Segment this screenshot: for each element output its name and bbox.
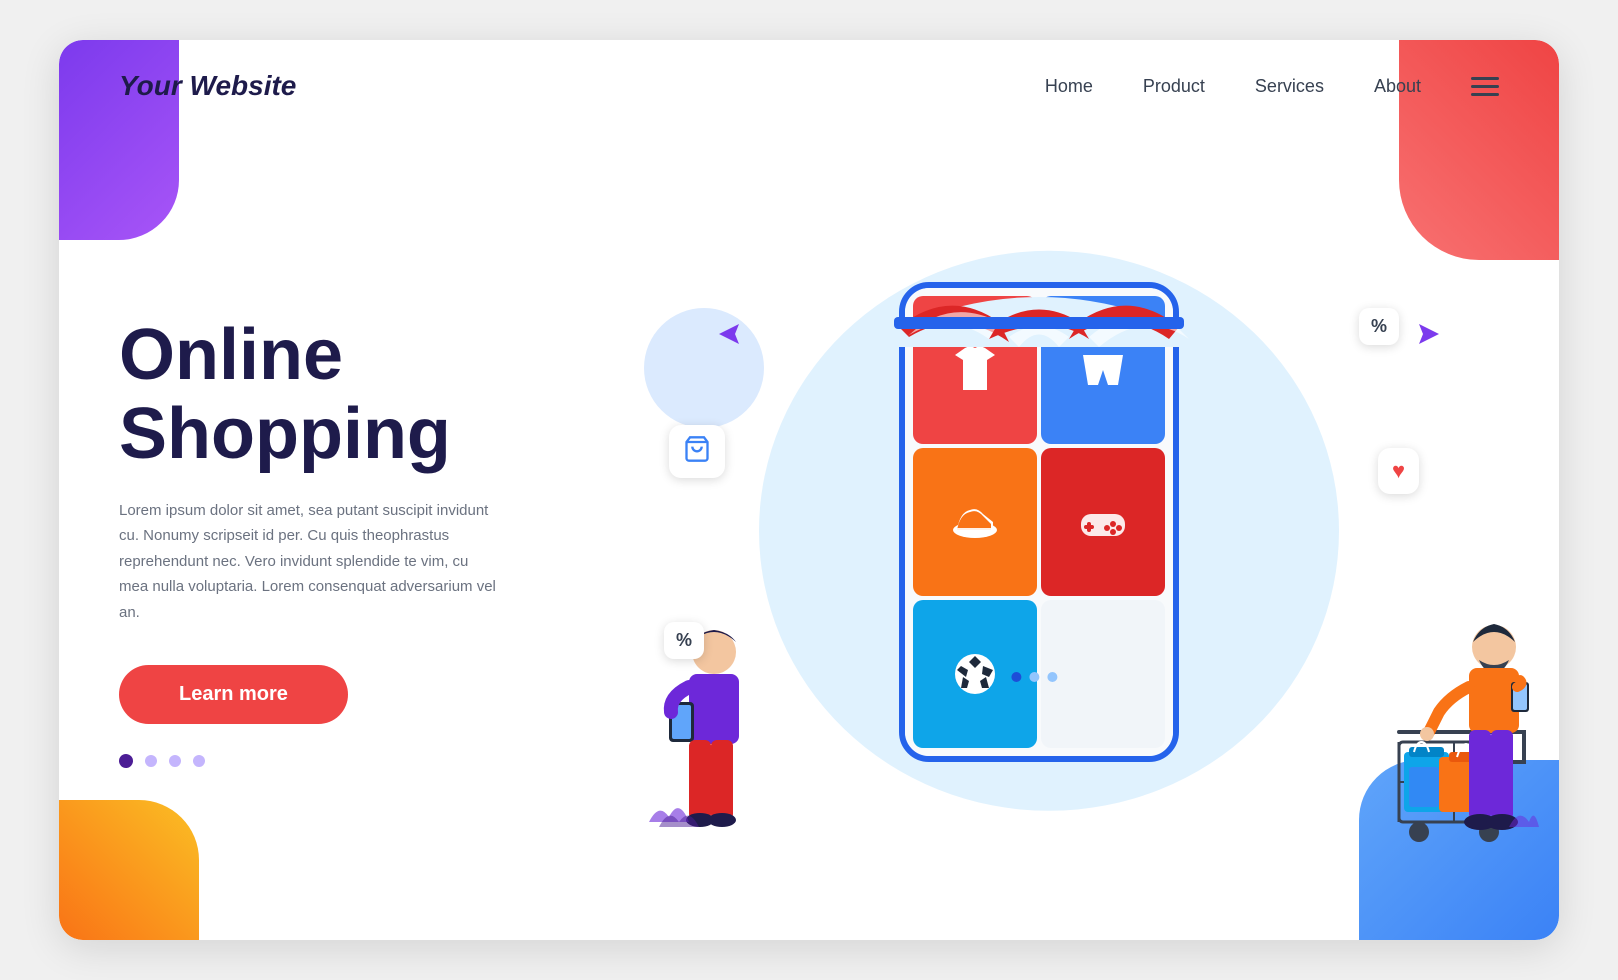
cart-bubble: [669, 425, 725, 478]
phone-dot-3: [1047, 672, 1057, 682]
person-left-svg: [649, 622, 769, 872]
person-right-svg: [1339, 612, 1539, 892]
dot-4[interactable]: [193, 755, 205, 767]
hamburger-line-1: [1471, 77, 1499, 80]
learn-more-button[interactable]: Learn more: [119, 665, 348, 724]
hero-left: Online Shopping Lorem ipsum dolor sit am…: [119, 316, 599, 769]
arrow-left-decoration: [719, 324, 743, 350]
percent-label-left: %: [676, 630, 692, 650]
hero-title-line2: Shopping: [119, 394, 451, 474]
person-right-with-cart: [1339, 612, 1479, 872]
logo: Your Website: [119, 70, 296, 102]
nav: Home Product Services About: [1045, 76, 1499, 97]
nav-item-product[interactable]: Product: [1143, 76, 1205, 97]
gamepad-icon: [1073, 492, 1133, 552]
dot-1[interactable]: [119, 754, 133, 768]
phone-screen: [905, 288, 1173, 756]
phone-mockup: [899, 282, 1179, 762]
phone-mockup-container: [899, 322, 1179, 762]
dot-3[interactable]: [169, 755, 181, 767]
heart-bubble: ♥: [1378, 448, 1419, 494]
phone-dot-1: [1011, 672, 1021, 682]
heart-icon: ♥: [1392, 458, 1405, 483]
phone-carousel-dots: [1011, 672, 1057, 682]
soccer-icon: [945, 644, 1005, 704]
arrow-right-decoration: [1415, 324, 1439, 350]
product-card-empty: [1041, 600, 1165, 748]
nav-item-about[interactable]: About: [1374, 76, 1421, 97]
arrow-right-icon: [1415, 324, 1439, 344]
product-card-gamepad: [1041, 448, 1165, 596]
person-left: [649, 622, 769, 872]
hamburger-line-2: [1471, 85, 1499, 88]
nav-item-services[interactable]: Services: [1255, 76, 1324, 97]
shoe-icon: [945, 492, 1005, 552]
cart-icon: [683, 435, 711, 463]
arrow-left-icon: [719, 324, 743, 344]
hamburger-menu-button[interactable]: [1471, 77, 1499, 96]
header: Your Website Home Product Services About: [59, 40, 1559, 132]
hero-description: Lorem ipsum dolor sit amet, sea putant s…: [119, 498, 499, 626]
percent-bubble-left: %: [664, 622, 704, 659]
percent-bubble-right: %: [1359, 308, 1399, 345]
percent-label-right: %: [1371, 316, 1387, 336]
canopy-svg: [889, 267, 1189, 347]
hero-illustration: % % ♥: [599, 152, 1499, 932]
hero-title: Online Shopping: [119, 316, 599, 474]
bg-blob-small: [644, 308, 764, 428]
product-card-shoes: [913, 448, 1037, 596]
phone-canopy: [889, 267, 1189, 352]
main-content: Online Shopping Lorem ipsum dolor sit am…: [59, 132, 1559, 932]
hero-title-line1: Online: [119, 315, 343, 395]
page-wrapper: Your Website Home Product Services About…: [59, 40, 1559, 940]
dot-2[interactable]: [145, 755, 157, 767]
phone-dot-2: [1029, 672, 1039, 682]
hamburger-line-3: [1471, 93, 1499, 96]
nav-item-home[interactable]: Home: [1045, 76, 1093, 97]
carousel-dots: [119, 754, 599, 768]
